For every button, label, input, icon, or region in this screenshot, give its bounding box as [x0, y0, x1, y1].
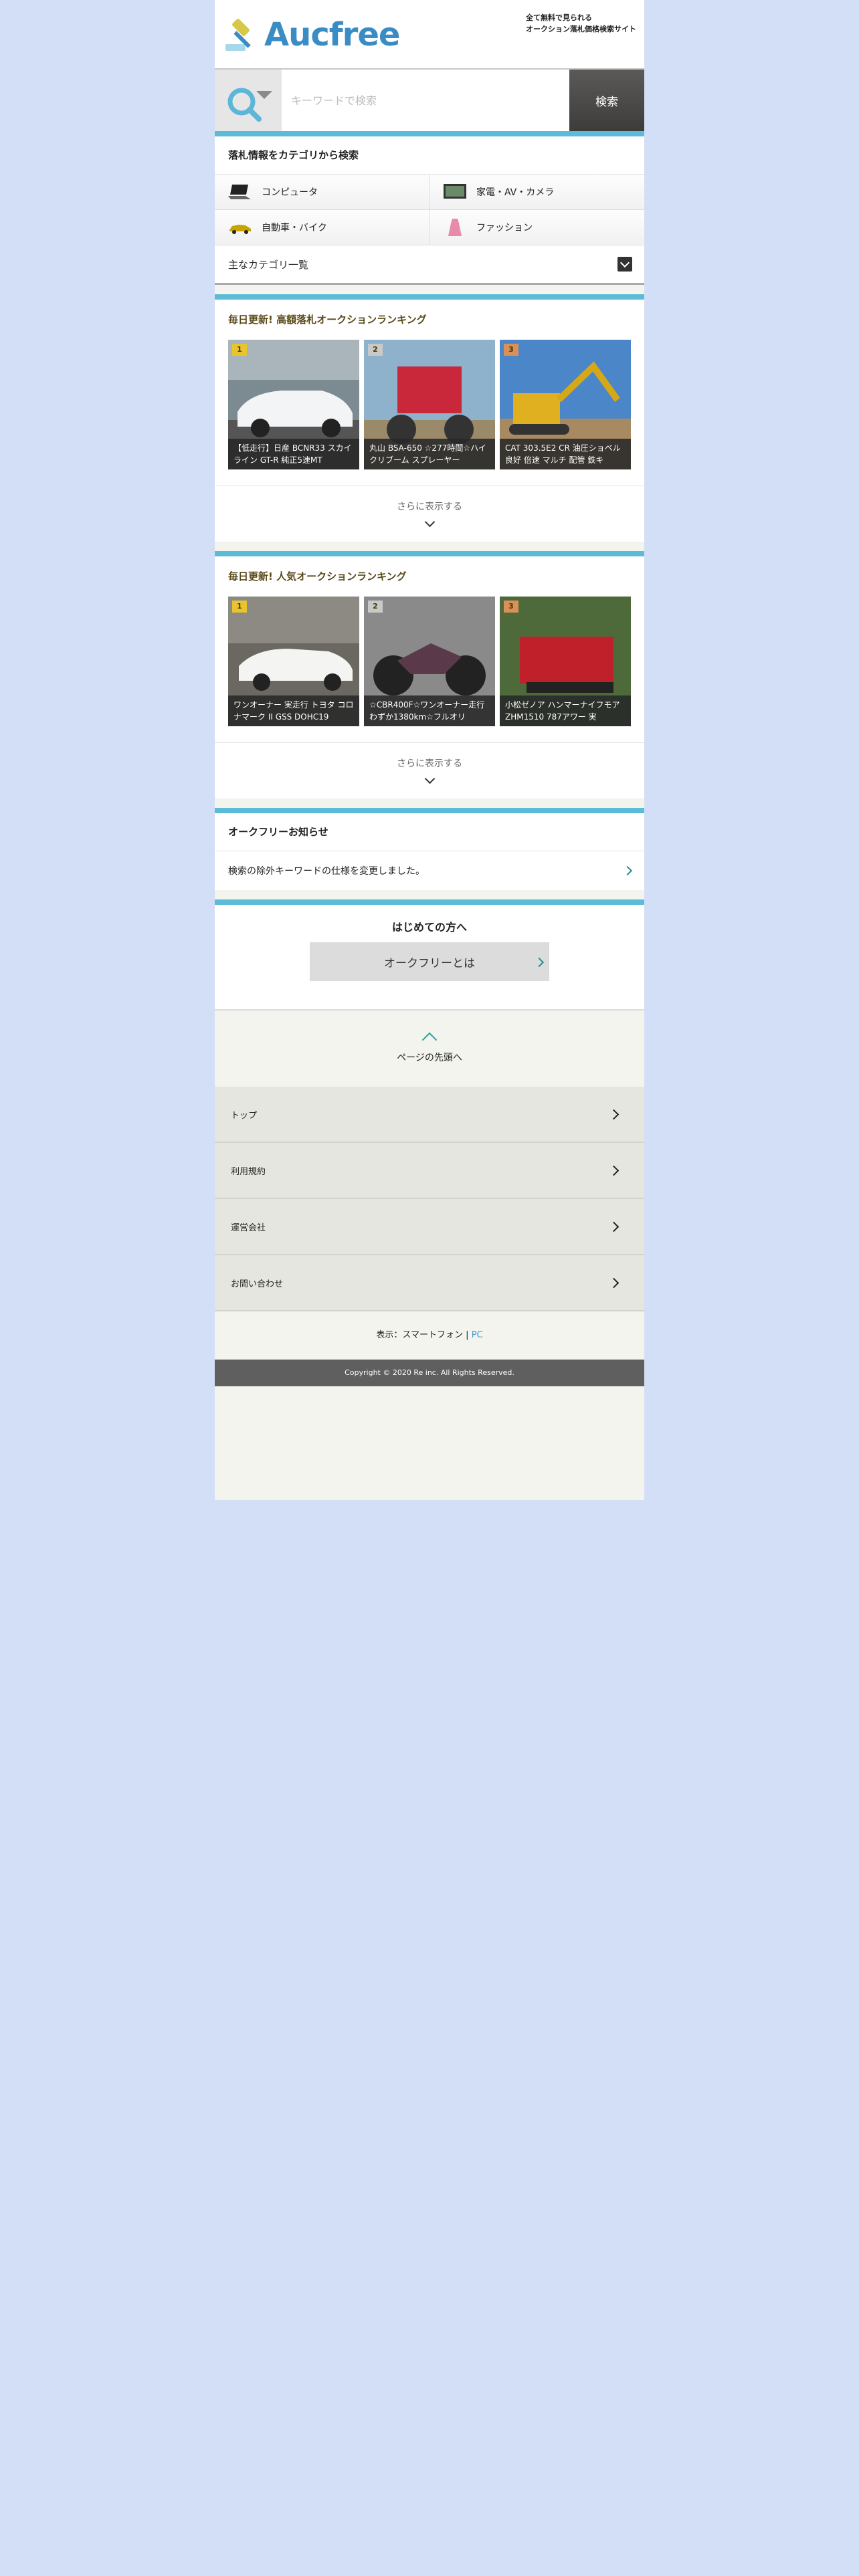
back-to-top[interactable]: ページの先頭へ	[215, 1009, 644, 1087]
footer-link-company[interactable]: 運営会社	[215, 1199, 644, 1255]
about-button-label: オークフリーとは	[384, 956, 475, 970]
copyright: Copyright © 2020 Re inc. All Rights Rese…	[215, 1360, 644, 1386]
tagline-line2: オークション落札価格検索サイト	[526, 25, 636, 33]
view-prefix: 表示：	[376, 1330, 403, 1340]
card-caption: ワンオーナー 実走行 トヨタ コロナマーク II GSS DOHC19	[228, 695, 359, 726]
card-caption: ☆CBR400F☆ワンオーナー走行わずか1380km☆フルオリ	[364, 695, 495, 726]
footer-link-label: 運営会社	[231, 1222, 266, 1233]
footer-link-label: 利用規約	[231, 1166, 266, 1177]
logo-text: Aucfree	[264, 16, 400, 53]
chevron-right-icon	[622, 865, 633, 876]
news-title: オークフリーお知らせ	[228, 826, 328, 838]
view-pc-link[interactable]: PC	[472, 1330, 483, 1340]
chevron-right-icon	[608, 1221, 619, 1232]
bronze-rank-badge: 3	[504, 601, 518, 613]
category-label: 自動車・バイク	[262, 223, 327, 233]
chevron-down-icon	[617, 257, 632, 272]
category-fashion[interactable]: ファッション	[430, 210, 644, 245]
category-label: ファッション	[476, 223, 533, 233]
footer-link-terms[interactable]: 利用規約	[215, 1143, 644, 1199]
high-price-ranking-section: 毎日更新! 高額落札オークションランキング 1 【低走行】日産 BCNR33 ス…	[215, 294, 644, 542]
category-grid: コンピュータ 家電・AV・カメラ 自動車・バイク ファッション	[215, 174, 644, 245]
first-time-title: はじめての方へ	[391, 921, 467, 934]
search-button[interactable]: 検索	[569, 70, 644, 131]
category-electronics[interactable]: 家電・AV・カメラ	[430, 175, 644, 210]
news-section: オークフリーお知らせ 検索の除外キーワードの仕様を変更しました。	[215, 808, 644, 890]
chevron-right-icon	[608, 1109, 619, 1119]
popular-ranking-section: 毎日更新! 人気オークションランキング 1 ワンオーナー 実走行 トヨタ コロナ…	[215, 551, 644, 798]
gold-rank-badge: 1	[232, 344, 247, 356]
all-categories-toggle[interactable]: 主なカテゴリ一覧	[215, 245, 644, 285]
category-section: 落札情報をカテゴリから検索 コンピュータ 家電・AV・カメラ 自動車・バイク フ…	[215, 136, 644, 285]
page: Aucfree 全て無料で見られる オークション落札価格検索サイト 検索 落札情…	[215, 0, 644, 1500]
back-to-top-label: ページの先頭へ	[397, 1053, 462, 1063]
category-section-title: 落札情報をカテゴリから検索	[228, 149, 359, 161]
ranking-cards: 1 【低走行】日産 BCNR33 スカイライン GT-R 純正5速MT 2 丸山…	[215, 340, 644, 469]
view-separator: |	[463, 1330, 472, 1340]
dress-icon	[443, 218, 467, 237]
chevron-down-icon	[424, 516, 435, 528]
view-smartphone-link[interactable]: スマートフォン	[402, 1330, 463, 1340]
card-caption: CAT 303.5E2 CR 油圧ショベル 良好 倍速 マルチ 配管 鉄キ	[500, 439, 631, 469]
site-tagline: 全て無料で見られる オークション落札価格検索サイト	[526, 12, 636, 35]
chevron-up-icon	[421, 1032, 438, 1048]
footer-link-label: トップ	[231, 1110, 258, 1121]
show-more-button[interactable]: さらに表示する	[215, 486, 644, 542]
footer-links: トップ 利用規約 運営会社 お問い合わせ	[215, 1087, 644, 1311]
tagline-line1: 全て無料で見られる	[526, 13, 592, 22]
tv-icon	[443, 183, 467, 201]
category-label: 家電・AV・カメラ	[476, 187, 555, 198]
ranking-card[interactable]: 3 小松ゼノア ハンマーナイフモア ZHM1510 787アワー 実	[500, 597, 631, 726]
chevron-right-icon	[534, 957, 545, 968]
gavel-icon	[224, 15, 264, 55]
site-logo[interactable]: Aucfree	[224, 15, 400, 55]
all-categories-label: 主なカテゴリ一覧	[228, 258, 309, 271]
chevron-right-icon	[608, 1165, 619, 1176]
search-options-toggle[interactable]	[215, 70, 282, 131]
silver-rank-badge: 2	[368, 601, 383, 613]
category-vehicles[interactable]: 自動車・バイク	[215, 210, 430, 245]
gold-rank-badge: 1	[232, 601, 247, 613]
car-icon	[228, 218, 252, 237]
ranking-card[interactable]: 2 丸山 BSA-650 ☆277時間☆ハイクリブーム スプレーヤー	[364, 340, 495, 469]
about-aucfree-button[interactable]: オークフリーとは	[310, 942, 549, 981]
first-time-section: はじめての方へ オークフリーとは	[215, 899, 644, 1009]
card-caption: 【低走行】日産 BCNR33 スカイライン GT-R 純正5速MT	[228, 439, 359, 469]
chevron-down-icon	[424, 773, 435, 784]
popular-ranking-title: 毎日更新! 人気オークションランキング	[228, 570, 407, 582]
chevron-right-icon	[608, 1277, 619, 1288]
category-computer[interactable]: コンピュータ	[215, 175, 430, 210]
laptop-icon	[228, 183, 252, 201]
bronze-rank-badge: 3	[504, 344, 518, 356]
show-more-label: さらに表示する	[397, 758, 462, 769]
ranking-card[interactable]: 1 ワンオーナー 実走行 トヨタ コロナマーク II GSS DOHC19	[228, 597, 359, 726]
news-item[interactable]: 検索の除外キーワードの仕様を変更しました。	[215, 851, 644, 890]
category-label: コンピュータ	[262, 187, 318, 198]
card-caption: 丸山 BSA-650 ☆277時間☆ハイクリブーム スプレーヤー	[364, 439, 495, 469]
view-mode-switch: 表示：スマートフォン | PC	[215, 1311, 644, 1360]
show-more-label: さらに表示する	[397, 502, 462, 512]
site-header: Aucfree 全て無料で見られる オークション落札価格検索サイト	[215, 0, 644, 70]
footer-link-top[interactable]: トップ	[215, 1087, 644, 1143]
news-item-label: 検索の除外キーワードの仕様を変更しました。	[228, 866, 425, 877]
search-input[interactable]	[282, 70, 569, 131]
ranking-card[interactable]: 1 【低走行】日産 BCNR33 スカイライン GT-R 純正5速MT	[228, 340, 359, 469]
ranking-card[interactable]: 2 ☆CBR400F☆ワンオーナー走行わずか1380km☆フルオリ	[364, 597, 495, 726]
ranking-cards: 1 ワンオーナー 実走行 トヨタ コロナマーク II GSS DOHC19 2 …	[215, 597, 644, 726]
search-bar: 検索	[215, 70, 644, 136]
footer-link-label: お問い合わせ	[231, 1279, 284, 1289]
silver-rank-badge: 2	[368, 344, 383, 356]
footer-link-contact[interactable]: お問い合わせ	[215, 1255, 644, 1311]
card-caption: 小松ゼノア ハンマーナイフモア ZHM1510 787アワー 実	[500, 695, 631, 726]
ranking-card[interactable]: 3 CAT 303.5E2 CR 油圧ショベル 良好 倍速 マルチ 配管 鉄キ	[500, 340, 631, 469]
high-price-ranking-title: 毎日更新! 高額落札オークションランキング	[228, 314, 427, 326]
show-more-button[interactable]: さらに表示する	[215, 742, 644, 798]
